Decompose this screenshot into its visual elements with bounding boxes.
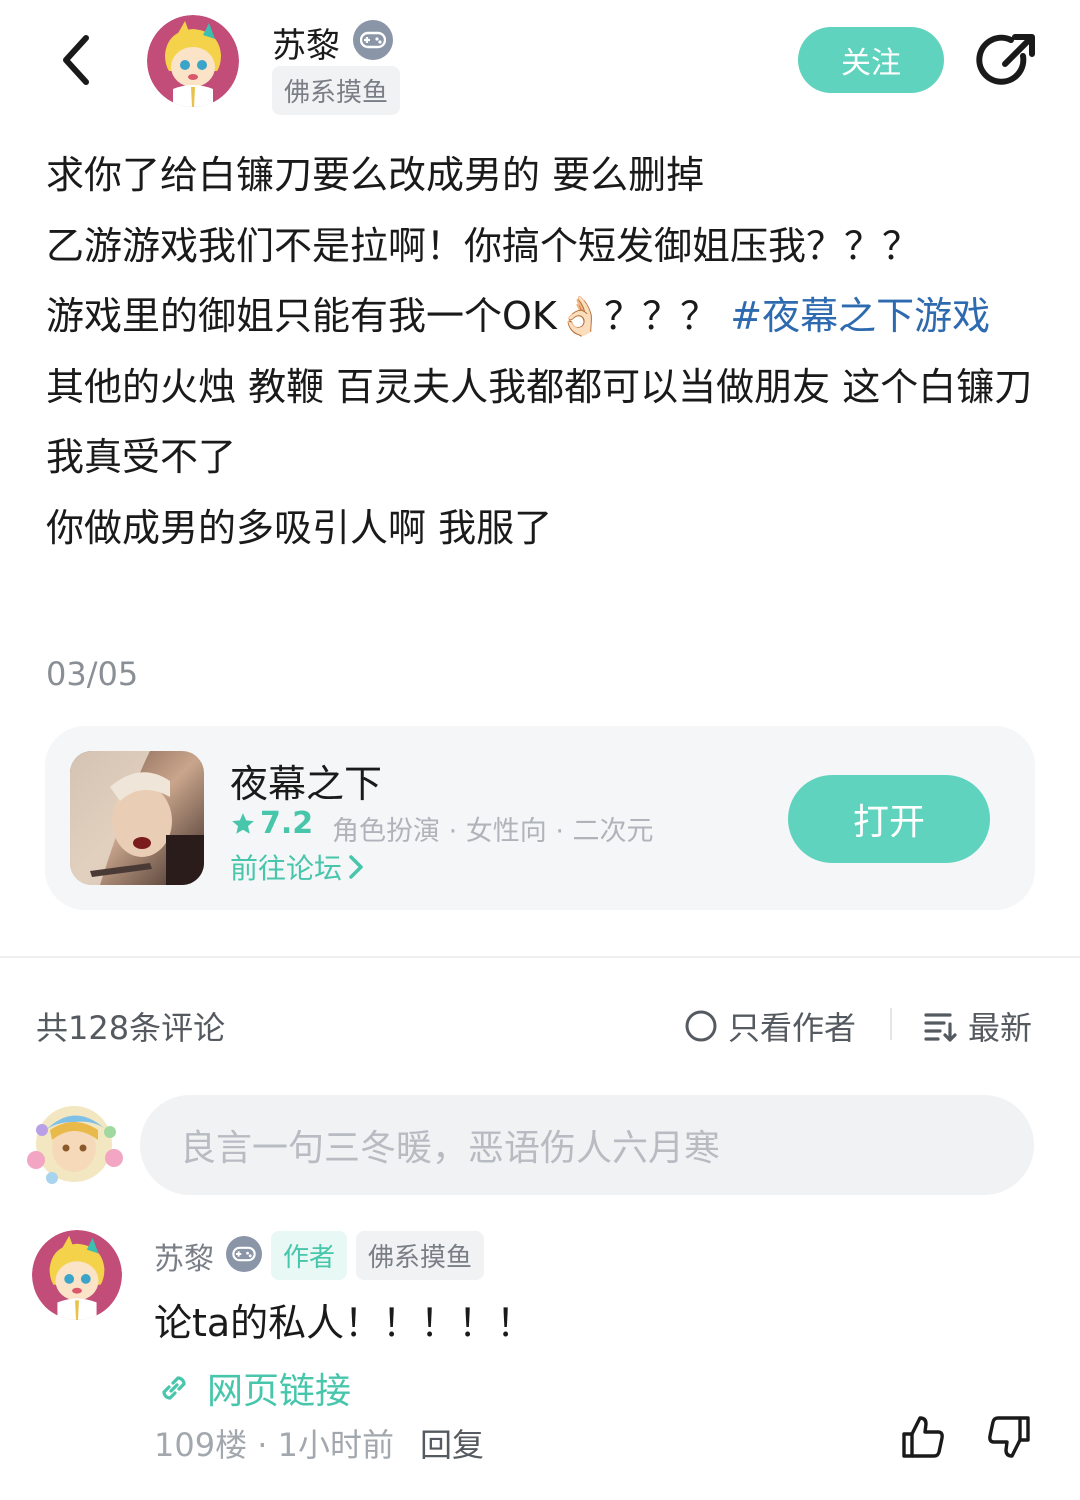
share-button[interactable] — [975, 30, 1039, 94]
comment-text: 论ta的私人！！！！！ — [154, 1301, 535, 1345]
share-icon — [976, 34, 1035, 85]
post-line-text: 游戏里的御姐只能有我一个OK — [46, 294, 557, 338]
post-line: 求你了给白镰刀要么改成男的 要么删掉 — [46, 153, 705, 197]
forum-link[interactable]: 前往论坛 — [230, 847, 364, 887]
web-link[interactable]: 网页链接 — [155, 1362, 351, 1414]
ok-hand-emoji: 👌🏻 — [556, 294, 605, 338]
comment-author-tag: 佛系摸鱼 — [356, 1231, 485, 1280]
divider — [0, 956, 1080, 958]
separator — [890, 1008, 892, 1040]
post-line: 乙游游戏我们不是拉啊！你搞个短发御姐压我？？？ — [46, 223, 921, 268]
sort-icon — [924, 1013, 957, 1042]
hashtag-link[interactable]: #夜幕之下游戏 — [730, 294, 990, 338]
author-avatar[interactable] — [147, 15, 239, 107]
post-line: 你做成男的多吸引人啊 我服了 — [46, 505, 553, 550]
current-user-avatar[interactable] — [22, 1100, 126, 1188]
game-tags: 角色扮演 · 女性向 · 二次元 — [332, 816, 654, 847]
game-rating: 7.2 — [230, 806, 313, 841]
star-icon — [232, 812, 254, 834]
only-author-toggle[interactable]: 只看作者 — [684, 1003, 856, 1049]
comment-author-name[interactable]: 苏黎 — [154, 1234, 214, 1278]
gamepad-badge-icon — [353, 20, 393, 60]
back-button[interactable] — [50, 30, 100, 90]
link-icon — [162, 1376, 186, 1400]
web-link-label: 网页链接 — [207, 1371, 352, 1412]
post-line: 游戏里的御姐只能有我一个OK👌🏻？？？ #夜幕之下游戏 — [46, 281, 1046, 352]
like-button[interactable] — [898, 1412, 948, 1462]
post-body: 求你了给白镰刀要么改成男的 要么删掉 乙游游戏我们不是拉啊！你搞个短发御姐压我？… — [46, 140, 1046, 563]
thumbs-down-icon — [988, 1416, 1030, 1458]
open-game-button[interactable]: 打开 — [788, 775, 990, 863]
chevron-left-icon — [63, 35, 89, 85]
dislike-button[interactable] — [984, 1412, 1034, 1462]
game-rating-value: 7.2 — [260, 806, 314, 841]
comment-author-avatar[interactable] — [32, 1230, 122, 1320]
reply-button[interactable]: 回复 — [420, 1420, 484, 1466]
sort-button[interactable]: 最新 — [924, 1003, 1032, 1049]
only-author-label: 只看作者 — [728, 1009, 857, 1047]
author-tag: 佛系摸鱼 — [272, 66, 401, 115]
chevron-right-icon — [349, 855, 363, 879]
comment-count: 共128条评论 — [36, 1009, 226, 1047]
post-line: 其他的火烛 教鞭 百灵夫人我都都可以当做朋友 这个白镰刀我真受不了 — [46, 364, 1033, 480]
sort-label: 最新 — [968, 1009, 1033, 1047]
game-cover-image[interactable] — [70, 751, 204, 885]
comment-input[interactable]: 良言一句三冬暖，恶语伤人六月寒 — [140, 1095, 1034, 1195]
post-date: 03/05 — [46, 655, 139, 693]
follow-button[interactable]: 关注 — [798, 27, 944, 93]
post-line-text: ？？？ — [604, 294, 719, 338]
author-badge: 作者 — [271, 1231, 348, 1280]
forum-link-label: 前往论坛 — [230, 852, 343, 885]
author-name[interactable]: 苏黎 — [272, 18, 340, 67]
comment-meta: 109楼 · 1小时前 — [154, 1426, 394, 1464]
thumbs-up-icon — [902, 1416, 944, 1458]
radio-circle-icon — [685, 1010, 717, 1042]
gamepad-badge-icon — [226, 1236, 262, 1272]
game-name[interactable]: 夜幕之下 — [230, 753, 382, 808]
